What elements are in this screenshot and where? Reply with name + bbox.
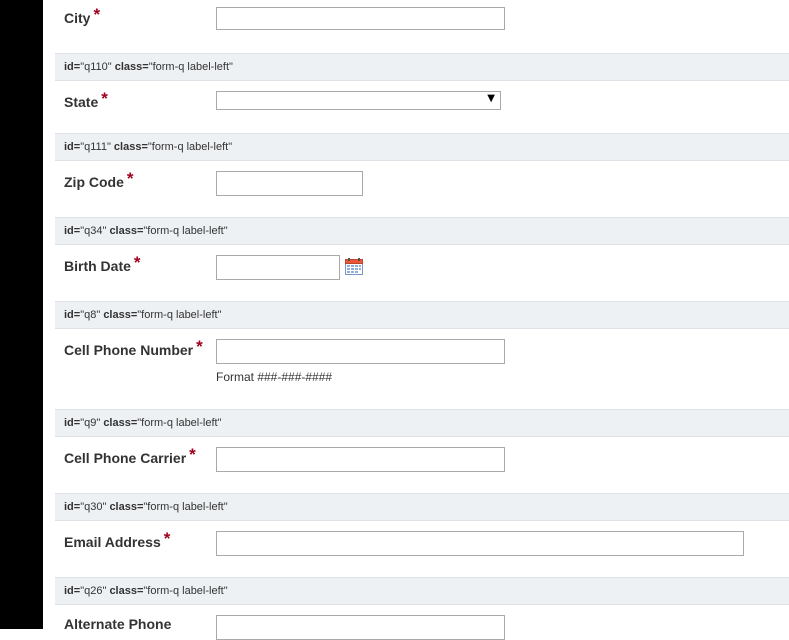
- email-label: Email Address *: [64, 529, 171, 552]
- strip-class-value: "form-q label-left": [143, 585, 228, 597]
- strip-id-value: "q26": [80, 585, 107, 597]
- form-area: City * id="q110" class="form-q label-left…: [43, 0, 789, 640]
- strip-id-value: "q111": [80, 141, 111, 153]
- state-label: State *: [64, 89, 108, 112]
- question-info-strip: id="q34" class="form-q label-left": [55, 217, 789, 245]
- email-label-text: Email Address: [64, 534, 161, 550]
- strip-id-key: id=: [64, 309, 81, 321]
- cell-phone-label-text: Cell Phone Number: [64, 342, 194, 358]
- required-marker: *: [93, 5, 101, 24]
- strip-class-value: "form-q label-left": [143, 501, 228, 513]
- cell-carrier-label: Cell Phone Carrier *: [64, 445, 196, 468]
- strip-id-value: "q34": [80, 225, 107, 237]
- alternate-phone-label: Alternate Phone: [64, 616, 171, 632]
- chevron-down-icon: ▼: [487, 93, 495, 104]
- alternate-phone-label-text: Alternate Phone: [64, 616, 172, 632]
- form-content: City * id="q110" class="form-q label-left…: [55, 0, 789, 640]
- strip-class-key: class=: [103, 309, 138, 321]
- required-marker: *: [196, 337, 203, 356]
- birth-date-label-text: Birth Date: [64, 258, 131, 274]
- strip-class-key: class=: [109, 585, 144, 597]
- question-info-strip: id="q110" class="form-q label-left": [55, 53, 789, 81]
- city-input[interactable]: [216, 7, 505, 30]
- calendar-icon[interactable]: [345, 258, 363, 275]
- left-sidebar: [0, 0, 43, 629]
- strip-class-value: "form-q label-left": [137, 417, 222, 429]
- question-info-strip: id="q26" class="form-q label-left": [55, 577, 789, 605]
- strip-id-key: id=: [64, 225, 81, 237]
- strip-class-key: class=: [109, 501, 144, 513]
- strip-id-value: "q8": [80, 309, 101, 321]
- strip-class-key: class=: [114, 61, 149, 73]
- question-info-strip: id="q111" class="form-q label-left": [55, 133, 789, 161]
- strip-id-key: id=: [64, 417, 81, 429]
- zip-code-input[interactable]: [216, 171, 363, 196]
- required-marker: *: [126, 169, 134, 188]
- alternate-phone-input[interactable]: [216, 615, 505, 640]
- state-label-text: State: [64, 94, 99, 110]
- birth-date-input[interactable]: [216, 255, 340, 280]
- cell-phone-label: Cell Phone Number *: [64, 337, 203, 360]
- strip-class-value: "form-q label-left": [137, 309, 222, 321]
- zip-label-text: Zip Code: [64, 174, 124, 190]
- strip-class-value: "form-q label-left": [143, 225, 228, 237]
- strip-class-value: "form-q label-left": [147, 141, 233, 153]
- question-info-strip: id="q8" class="form-q label-left": [55, 301, 789, 329]
- strip-id-value: "q9": [80, 417, 101, 429]
- question-info-strip: id="q30" class="form-q label-left": [55, 493, 789, 521]
- required-marker: *: [189, 445, 196, 464]
- strip-class-key: class=: [109, 225, 144, 237]
- strip-id-key: id=: [64, 501, 81, 513]
- cell-carrier-input[interactable]: [216, 447, 505, 472]
- email-input[interactable]: [216, 531, 744, 556]
- phone-format-hint: Format ###-###-####: [216, 370, 333, 384]
- required-marker: *: [133, 253, 141, 272]
- strip-id-value: "q30": [80, 501, 107, 513]
- strip-id-value: "q110": [80, 61, 112, 73]
- birth-date-label: Birth Date *: [64, 253, 141, 276]
- strip-class-key: class=: [113, 141, 148, 153]
- strip-class-key: class=: [103, 417, 138, 429]
- required-marker: *: [163, 529, 171, 548]
- zip-label: Zip Code *: [64, 169, 134, 192]
- strip-id-key: id=: [64, 61, 81, 73]
- state-select[interactable]: ▼: [216, 91, 501, 110]
- required-marker: *: [101, 89, 108, 108]
- city-label-text: City: [64, 10, 91, 26]
- city-label: City *: [64, 5, 101, 28]
- cell-carrier-label-text: Cell Phone Carrier: [64, 450, 187, 466]
- strip-id-key: id=: [64, 141, 81, 153]
- strip-id-key: id=: [64, 585, 81, 597]
- strip-class-value: "form-q label-left": [148, 61, 233, 73]
- cell-phone-input[interactable]: [216, 339, 505, 364]
- question-info-strip: id="q9" class="form-q label-left": [55, 409, 789, 437]
